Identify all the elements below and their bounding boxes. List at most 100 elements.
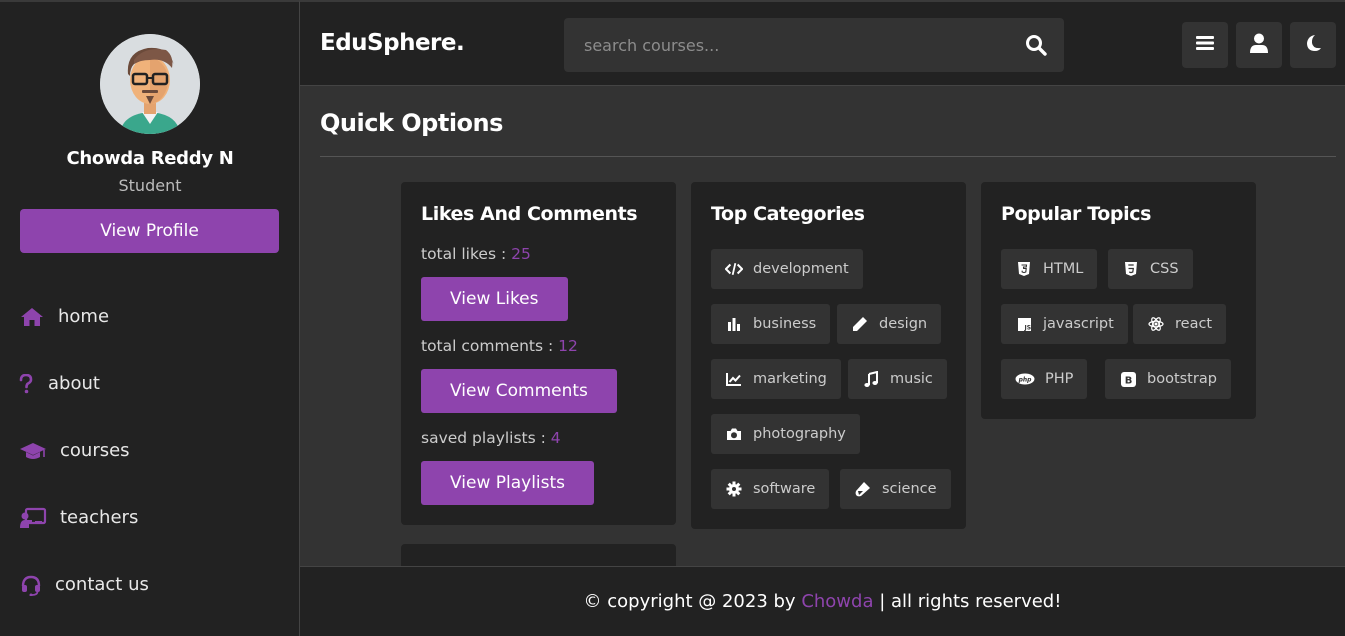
category-software[interactable]: software bbox=[711, 469, 830, 509]
sidebar-item-teachers[interactable]: teachers bbox=[0, 484, 300, 551]
chart-line-icon bbox=[725, 371, 743, 387]
category-development[interactable]: development bbox=[711, 249, 863, 289]
topic-react[interactable]: react bbox=[1133, 304, 1227, 344]
topic-php[interactable]: php PHP bbox=[1001, 359, 1088, 399]
total-likes-stat: total likes : 25 bbox=[421, 245, 531, 263]
view-comments-button[interactable]: View Comments bbox=[421, 369, 617, 413]
svg-text:B: B bbox=[1124, 375, 1132, 386]
question-icon bbox=[19, 373, 35, 395]
view-likes-button[interactable]: View Likes bbox=[421, 277, 568, 321]
sidebar-item-label: teachers bbox=[60, 507, 139, 528]
cog-icon bbox=[725, 481, 743, 497]
top-header: EduSphere. bbox=[300, 0, 1345, 86]
main-content: Quick Options Likes And Comments total l… bbox=[300, 86, 1345, 566]
sidebar-item-label: courses bbox=[60, 440, 130, 461]
top-categories-card: Top Categories development business desi… bbox=[691, 182, 966, 529]
category-design[interactable]: design bbox=[837, 304, 942, 344]
svg-text:php: php bbox=[1018, 376, 1033, 383]
react-icon bbox=[1147, 316, 1165, 332]
stat-label: saved playlists : bbox=[421, 429, 551, 447]
stat-value: 12 bbox=[558, 337, 578, 355]
sidebar-item-home[interactable]: home bbox=[0, 283, 300, 350]
topic-css[interactable]: CSS bbox=[1108, 249, 1193, 289]
chip-label: marketing bbox=[753, 371, 827, 387]
chip-label: photography bbox=[753, 426, 846, 442]
stat-label: total comments : bbox=[421, 337, 559, 355]
bootstrap-icon: B bbox=[1119, 371, 1137, 387]
card-title: Top Categories bbox=[711, 203, 865, 225]
profile-role: Student bbox=[118, 176, 182, 195]
search-bar bbox=[564, 18, 1064, 72]
popular-topics-card: Popular Topics HTML CSS JS javascript re… bbox=[981, 182, 1256, 419]
music-icon bbox=[862, 371, 880, 387]
copyright-text: © copyright @ 2023 by Chowda | all right… bbox=[584, 591, 1062, 612]
topic-html[interactable]: HTML bbox=[1001, 249, 1098, 289]
topic-javascript[interactable]: JS javascript bbox=[1001, 304, 1128, 344]
php-icon: php bbox=[1015, 371, 1035, 387]
page-title: Quick Options bbox=[320, 109, 503, 137]
chip-label: music bbox=[890, 371, 933, 387]
user-button[interactable] bbox=[1236, 22, 1282, 68]
vial-icon bbox=[854, 481, 872, 497]
css3-icon bbox=[1122, 261, 1140, 277]
category-marketing[interactable]: marketing bbox=[711, 359, 841, 399]
saved-playlists-stat: saved playlists : 4 bbox=[421, 429, 561, 447]
sidebar-item-label: about bbox=[48, 373, 100, 394]
card-title: Popular Topics bbox=[1001, 203, 1151, 225]
theme-toggle-button[interactable] bbox=[1290, 22, 1336, 68]
chip-label: design bbox=[879, 316, 928, 332]
divider bbox=[320, 156, 1336, 157]
chip-label: react bbox=[1175, 316, 1213, 332]
sidebar: Chowda Reddy N Student View Profile home… bbox=[0, 0, 300, 636]
chip-label: development bbox=[753, 261, 849, 277]
view-profile-button[interactable]: View Profile bbox=[20, 209, 279, 253]
chip-label: science bbox=[882, 481, 937, 497]
home-icon bbox=[19, 306, 45, 328]
menu-button[interactable] bbox=[1182, 22, 1228, 68]
chip-label: HTML bbox=[1043, 261, 1084, 277]
avatar[interactable] bbox=[100, 34, 200, 134]
search-icon[interactable] bbox=[1024, 33, 1048, 57]
sidebar-item-label: home bbox=[58, 306, 110, 327]
js-icon: JS bbox=[1015, 316, 1033, 332]
stat-value: 4 bbox=[550, 429, 561, 447]
chip-label: bootstrap bbox=[1147, 371, 1217, 387]
view-playlists-button[interactable]: View Playlists bbox=[421, 461, 595, 505]
user-icon bbox=[1250, 33, 1268, 57]
html5-icon bbox=[1015, 261, 1033, 277]
menu-icon bbox=[1196, 35, 1214, 55]
category-photography[interactable]: photography bbox=[711, 414, 860, 454]
chip-label: software bbox=[753, 481, 816, 497]
copyright-suffix: | all rights reserved! bbox=[873, 591, 1062, 612]
chart-bar-icon bbox=[725, 316, 743, 332]
logo[interactable]: EduSphere. bbox=[320, 30, 465, 56]
sidebar-item-label: contact us bbox=[55, 574, 149, 595]
footer-brand-link[interactable]: Chowda bbox=[801, 591, 873, 612]
card-title: Likes And Comments bbox=[421, 203, 638, 225]
headset-icon bbox=[19, 574, 43, 596]
stat-label: total likes : bbox=[421, 245, 512, 263]
copyright-prefix: © copyright @ 2023 by bbox=[583, 591, 802, 612]
search-input[interactable] bbox=[564, 18, 1004, 72]
svg-text:JS: JS bbox=[1023, 324, 1031, 331]
chip-label: business bbox=[753, 316, 817, 332]
footer: © copyright @ 2023 by Chowda | all right… bbox=[300, 566, 1345, 636]
category-science[interactable]: science bbox=[840, 469, 951, 509]
chip-label: CSS bbox=[1150, 261, 1179, 277]
graduation-cap-icon bbox=[19, 440, 47, 462]
chip-label: javascript bbox=[1043, 316, 1114, 332]
code-icon bbox=[725, 261, 743, 277]
sidebar-item-contact[interactable]: contact us bbox=[0, 551, 300, 618]
camera-icon bbox=[725, 426, 743, 442]
topic-bootstrap[interactable]: B bootstrap bbox=[1105, 359, 1231, 399]
sidebar-item-courses[interactable]: courses bbox=[0, 417, 300, 484]
category-business[interactable]: business bbox=[711, 304, 831, 344]
total-comments-stat: total comments : 12 bbox=[421, 337, 578, 355]
moon-icon bbox=[1304, 34, 1322, 56]
profile-name: Chowda Reddy N bbox=[66, 148, 234, 169]
sidebar-nav: home about courses teachers contact us bbox=[0, 283, 300, 618]
sidebar-item-about[interactable]: about bbox=[0, 350, 300, 417]
stat-value: 25 bbox=[511, 245, 531, 263]
chip-label: PHP bbox=[1045, 371, 1074, 387]
category-music[interactable]: music bbox=[848, 359, 947, 399]
